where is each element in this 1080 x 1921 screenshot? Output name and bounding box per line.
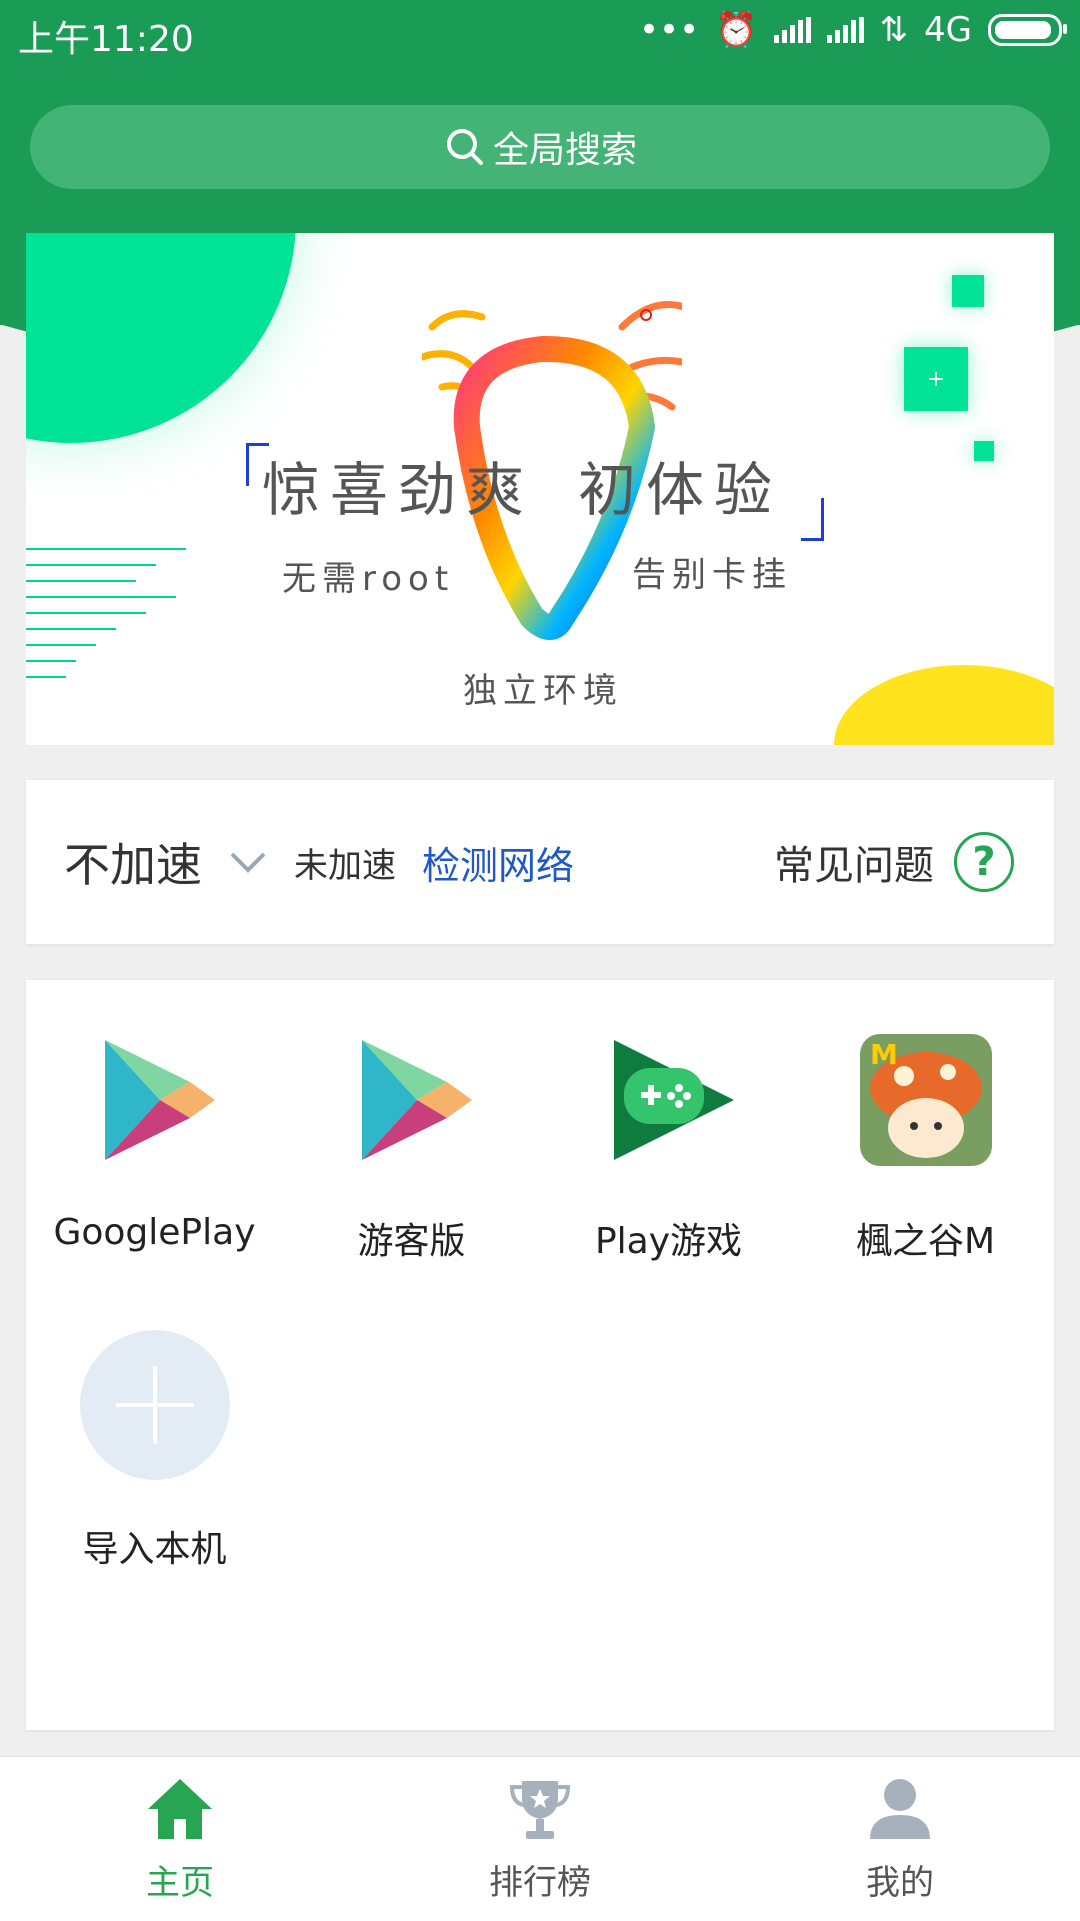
maplestory-icon: M (859, 1034, 992, 1166)
app-label: 游客版 (357, 1221, 466, 1262)
detect-network-link[interactable]: 检测网络 (422, 835, 574, 890)
trophy-icon (509, 1780, 571, 1839)
nav-home-label: 主页 (146, 1862, 214, 1903)
banner-lines (26, 548, 186, 692)
banner-sub-right: 告别卡挂 (632, 555, 792, 595)
banner-square-small (974, 441, 994, 461)
apps-card: GooglePlay 游客版 Play游戏 M 楓之谷M 导入本机 (26, 980, 1054, 1730)
status-icons: ••• ⏰ ⇅ 4G (639, 10, 1067, 50)
play-games-icon (613, 1040, 734, 1160)
user-icon (870, 1778, 930, 1839)
promo-banner[interactable]: + 惊喜劲爽 初体验 无需root 告别卡挂 独立环境 (26, 233, 1054, 745)
app-label: Play游戏 (594, 1221, 743, 1262)
app-label: 导入本机 (82, 1529, 227, 1570)
banner-sub-left: 无需root (282, 559, 455, 599)
status-bar: 上午11:20 ••• ⏰ ⇅ 4G (0, 0, 1080, 60)
help-symbol: ? (972, 839, 996, 885)
nav-home[interactable]: 主页 (0, 1757, 360, 1921)
app-maplestory[interactable]: M 楓之谷M (797, 1030, 1054, 1264)
signal-icon-2 (826, 17, 864, 43)
home-icon (148, 1778, 212, 1839)
banner-headline-a: 惊喜劲爽 (262, 456, 535, 524)
accel-status: 未加速 (294, 845, 396, 886)
battery-icon (988, 14, 1067, 46)
faq-link[interactable]: 常见问题 (774, 833, 934, 891)
more-dots-icon: ••• (639, 10, 700, 50)
import-local-app[interactable]: 导入本机 (26, 1330, 283, 1572)
app-label: GooglePlay (53, 1212, 256, 1253)
app-guest[interactable]: 游客版 (283, 1030, 540, 1264)
data-transfer-icon: ⇅ (879, 10, 909, 50)
banner-sub-bottom: 独立环境 (463, 671, 623, 711)
banner-bracket-right (801, 498, 824, 541)
search-label: 全局搜索 (492, 130, 637, 171)
nav-mine[interactable]: 我的 (720, 1757, 1080, 1921)
app-googleplay[interactable]: GooglePlay (26, 1030, 283, 1253)
help-icon[interactable]: ? (954, 832, 1014, 892)
global-search-bar[interactable]: 全局搜索 (30, 105, 1050, 189)
accel-mode-select[interactable]: 不加速 (64, 829, 202, 895)
banner-square-symbol: + (926, 366, 946, 392)
status-time: 上午11:20 (18, 19, 194, 60)
nav-rank[interactable]: 排行榜 (360, 1757, 720, 1921)
signal-icon-1 (773, 17, 811, 43)
banner-square (952, 275, 984, 307)
nav-mine-label: 我的 (866, 1862, 934, 1903)
add-icon (79, 1330, 230, 1480)
google-play-icon (361, 1040, 472, 1160)
acceleration-card: 不加速 未加速 检测网络 常见问题 ? (26, 780, 1054, 944)
nav-rank-label: 排行榜 (489, 1862, 591, 1903)
banner-headline-b: 初体验 (578, 456, 783, 524)
bottom-nav: 主页 排行榜 我的 (0, 1756, 1080, 1921)
banner-plus-square: + (904, 347, 968, 411)
app-play-games[interactable]: Play游戏 (540, 1030, 797, 1264)
network-type: 4G (924, 10, 972, 50)
banner-yellow-shape (834, 665, 1054, 745)
banner-headline: 惊喜劲爽 初体验 (262, 443, 782, 527)
app-label: 楓之谷M (855, 1221, 996, 1262)
google-play-icon (104, 1040, 215, 1160)
banner-green-circle (26, 233, 296, 443)
svg-text:M: M (870, 1038, 898, 1071)
search-icon (446, 129, 483, 165)
chevron-down-icon[interactable] (228, 849, 268, 875)
alarm-icon: ⏰ (715, 10, 758, 50)
